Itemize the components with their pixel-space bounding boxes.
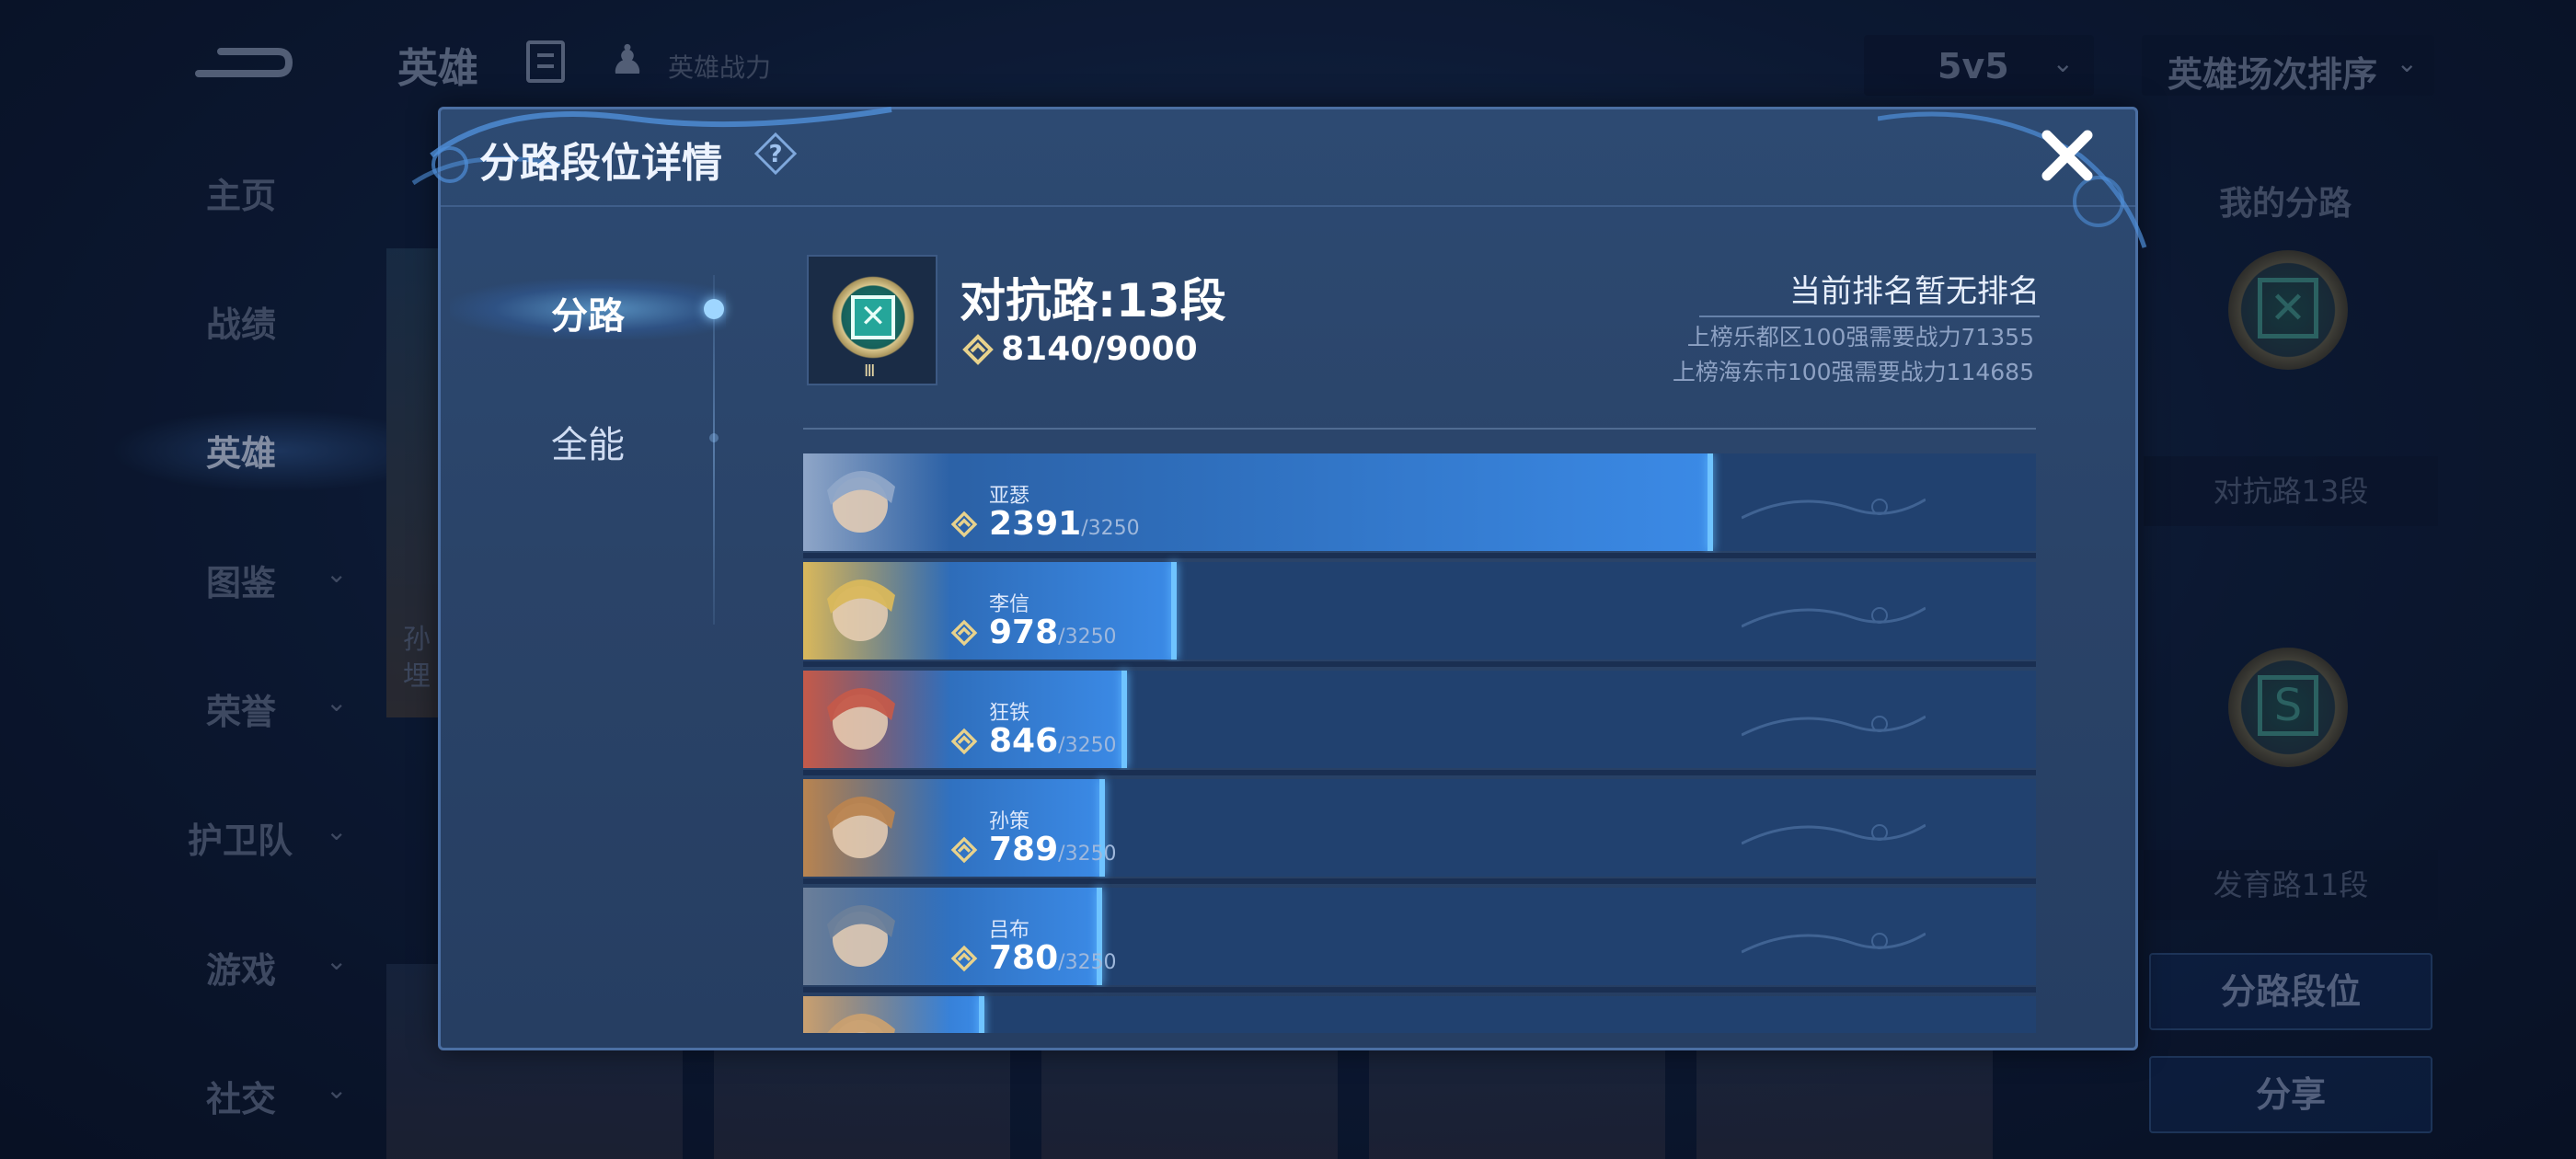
rank-requirement: 上榜海东市100强需要战力114685: [1672, 359, 2034, 385]
row-divider: [803, 987, 2036, 993]
tab-lane[interactable]: 分路: [441, 271, 735, 345]
crossed-swords-icon: ✕: [851, 295, 895, 339]
power-icon: [950, 728, 978, 755]
tab-label: 全能: [551, 424, 625, 466]
close-icon: [2041, 130, 2093, 181]
row-divider: [803, 553, 2036, 558]
hero-score: 780/3250: [989, 939, 1117, 977]
tab-active-dot: [704, 299, 724, 319]
progress-edge: [1121, 671, 1127, 768]
hero-score-value: 978: [989, 614, 1059, 651]
hero-score-value: 2391: [989, 505, 1082, 543]
hero-row[interactable]: 亚瑟 2391/3250: [803, 453, 2036, 551]
row-divider: [803, 661, 2036, 667]
hero-score: 846/3250: [989, 722, 1117, 760]
hero-score-value: 846: [989, 722, 1059, 760]
cloud-ornament-icon: [1742, 932, 1926, 954]
hero-score-max: /3250: [1058, 734, 1117, 757]
power-value: 8140/9000: [1001, 330, 1198, 368]
svg-text:?: ?: [768, 141, 782, 168]
hero-row[interactable]: 狂铁 846/3250: [803, 671, 2036, 768]
tab-label: 分路: [551, 295, 625, 338]
hero-score-value: 789: [989, 831, 1059, 868]
progress-edge: [979, 996, 984, 1033]
list-divider: [803, 428, 2036, 430]
progress-edge: [1171, 562, 1177, 660]
hero-row[interactable]: 吕布 780/3250: [803, 888, 2036, 985]
tab-dot: [709, 433, 719, 442]
hero-score-max: /3250: [1058, 843, 1117, 866]
cloud-ornament-icon: [1878, 111, 2147, 248]
rank-divider: [1699, 316, 2040, 317]
close-button[interactable]: [2036, 124, 2099, 187]
power-icon: [950, 836, 978, 864]
power-icon: [950, 511, 978, 538]
hero-avatar: [803, 671, 950, 768]
hero-power-list[interactable]: 亚瑟 2391/3250 李信 978/3250 狂铁 846/3250 孙策 789/325…: [803, 453, 2036, 1033]
tab-all-round[interactable]: 全能: [441, 400, 735, 474]
hero-avatar: [803, 562, 950, 660]
hero-row[interactable]: [803, 996, 2036, 1033]
hero-score: 2391/3250: [989, 505, 1140, 543]
hero-score-value: 780: [989, 939, 1059, 977]
hero-row[interactable]: 李信 978/3250: [803, 562, 2036, 660]
hero-avatar: [803, 888, 950, 985]
modal-tabs: 分路 全能: [441, 247, 735, 652]
hero-score-max: /3250: [1058, 951, 1117, 974]
rank-requirement: 上榜乐都区100强需要战力71355: [1686, 324, 2034, 350]
lane-rank-badge: ✕ Ⅲ: [807, 255, 937, 385]
hero-row[interactable]: 孙策 789/3250: [803, 779, 2036, 877]
cloud-ornament-icon: [1742, 715, 1926, 737]
hero-score-max: /3250: [1081, 517, 1140, 540]
power-icon: [950, 945, 978, 972]
lane-power: 8140/9000: [960, 330, 1198, 374]
lane-title: 对抗路:13段: [960, 274, 1226, 327]
cloud-ornament-icon: [1742, 606, 1926, 628]
lane-rank-detail-modal: 分路段位详情 ? 分路 全能 ✕ Ⅲ 对抗路:13段 8140/9000 当前排…: [411, 107, 2147, 1050]
hero-avatar: [803, 996, 950, 1033]
modal-title: 分路段位详情: [479, 140, 722, 187]
power-icon: [962, 333, 994, 365]
cloud-ornament-icon: [1742, 823, 1926, 845]
hero-score-max: /3250: [1058, 625, 1117, 648]
power-icon: [950, 619, 978, 647]
progress-edge: [1708, 453, 1713, 551]
hero-score: 789/3250: [989, 831, 1117, 868]
rank-status: 当前排名暂无排名: [1789, 273, 2040, 310]
row-divider: [803, 770, 2036, 775]
cloud-ornament-icon: [1742, 498, 1926, 520]
hero-score: 978/3250: [989, 614, 1117, 651]
hero-avatar: [803, 453, 950, 551]
badge-tier: Ⅲ: [864, 361, 876, 381]
hero-avatar: [803, 779, 950, 877]
help-icon[interactable]: ?: [753, 132, 798, 176]
header-divider: [441, 205, 2135, 207]
row-divider: [803, 878, 2036, 884]
